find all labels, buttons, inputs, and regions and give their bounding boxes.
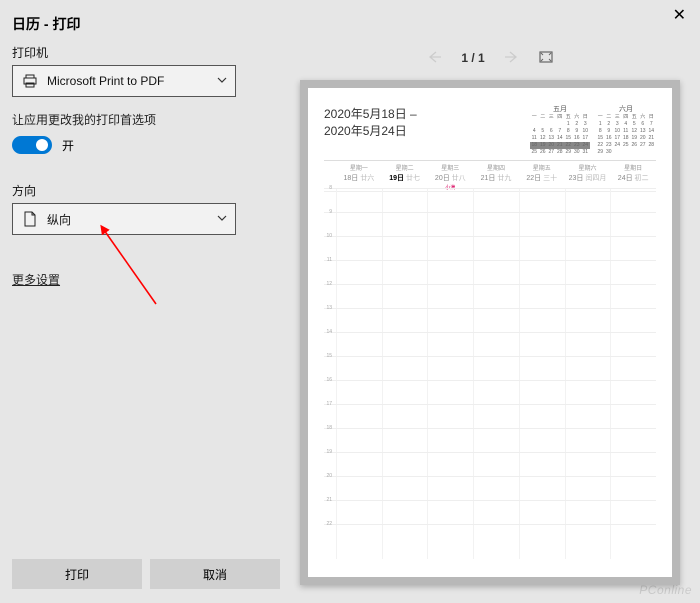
close-button[interactable]: ✕ bbox=[673, 8, 686, 24]
prefs-toggle-label: 开 bbox=[62, 137, 74, 154]
print-button[interactable]: 打印 bbox=[12, 559, 142, 589]
page-preview-frame: 2020年5月18日 – 2020年5月24日 五月 一二三四五六日 123 4… bbox=[300, 80, 680, 585]
chevron-down-icon bbox=[217, 72, 227, 90]
change-prefs-text: 让应用更改我的打印首选项 bbox=[12, 111, 268, 128]
dialog-title: 日历 - 打印 bbox=[12, 14, 268, 34]
weekday-column: 星期五22日 三十 bbox=[519, 161, 565, 191]
print-dialog: ✕ 日历 - 打印 打印机 Microsoft Print to PDF 让应用… bbox=[0, 0, 700, 603]
mini-cal-june: 六月 一二三四五六日 1234567 891011121314 15161718… bbox=[596, 104, 656, 156]
orientation-dropdown[interactable]: 纵向 bbox=[12, 203, 236, 235]
page-indicator: 1 / 1 bbox=[461, 51, 484, 65]
weekday-column: 星期二19日 廿七 bbox=[382, 161, 428, 191]
orientation-label: 方向 bbox=[12, 182, 268, 199]
printer-icon bbox=[21, 72, 39, 90]
watermark: PConline bbox=[639, 583, 692, 597]
mini-cal-may: 五月 一二三四五六日 123 45678910 11121314151617 1… bbox=[530, 104, 590, 156]
printer-dropdown[interactable]: Microsoft Print to PDF bbox=[12, 65, 236, 97]
page-preview: 2020年5月18日 – 2020年5月24日 五月 一二三四五六日 123 4… bbox=[308, 88, 672, 577]
time-grid: 8910111213141516171819202122 bbox=[324, 188, 656, 559]
printer-label: 打印机 bbox=[12, 44, 268, 61]
preview-area: 1 / 1 2020年5月18日 – 2020年5月24日 五月 一二三四五六日 bbox=[290, 44, 690, 592]
settings-pane: 日历 - 打印 打印机 Microsoft Print to PDF 让应用更改… bbox=[0, 0, 280, 603]
cancel-button[interactable]: 取消 bbox=[150, 559, 280, 589]
printer-selected: Microsoft Print to PDF bbox=[47, 74, 164, 88]
prefs-toggle[interactable] bbox=[12, 136, 52, 154]
weekday-column: 星期六23日 闰四月 bbox=[565, 161, 611, 191]
weekday-column: 星期四21日 廿九 bbox=[473, 161, 519, 191]
fit-page-button[interactable] bbox=[539, 51, 553, 66]
weekday-column: 星期日24日 初二 bbox=[610, 161, 656, 191]
mini-calendars: 五月 一二三四五六日 123 45678910 11121314151617 1… bbox=[530, 104, 656, 156]
chevron-down-icon bbox=[217, 210, 227, 228]
pager: 1 / 1 bbox=[290, 44, 690, 72]
portrait-icon bbox=[21, 210, 39, 228]
weekday-column: 星期三20日 廿八小满 bbox=[427, 161, 473, 191]
prev-page-button[interactable] bbox=[427, 51, 441, 66]
more-settings-link[interactable]: 更多设置 bbox=[12, 271, 60, 288]
weekday-column: 星期一18日 廿六 bbox=[336, 161, 382, 191]
orientation-selected: 纵向 bbox=[47, 211, 71, 228]
next-page-button[interactable] bbox=[505, 51, 519, 66]
